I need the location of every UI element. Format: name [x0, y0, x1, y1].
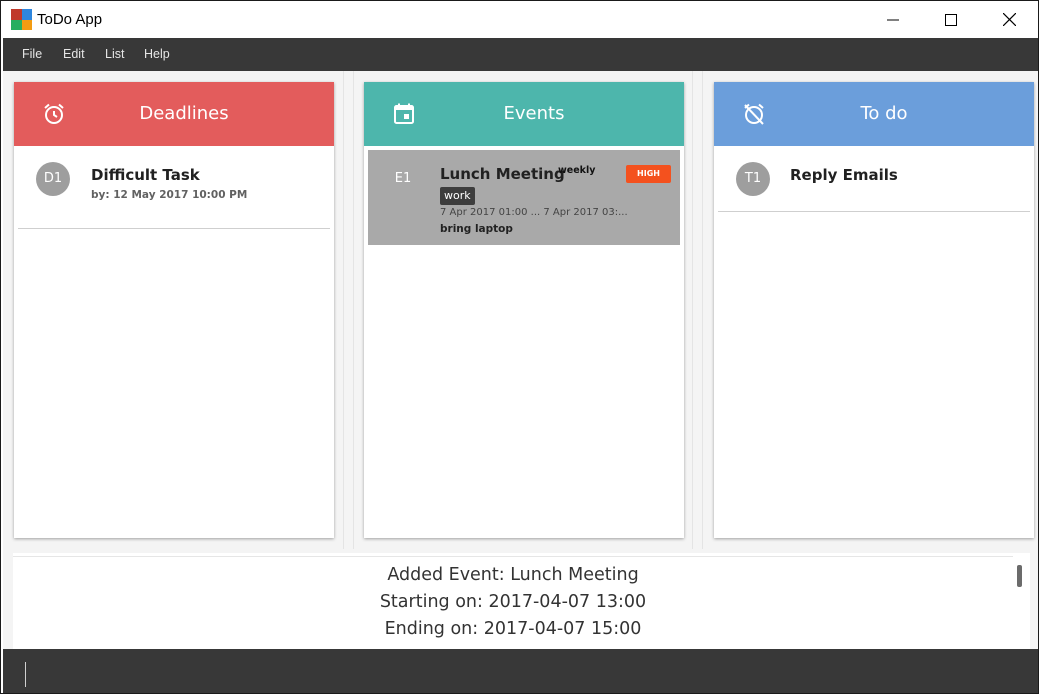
result-scrollbar[interactable] [1017, 565, 1022, 587]
column-divider [702, 71, 703, 549]
result-line: Added Event: Lunch Meeting [387, 565, 639, 585]
event-name: Lunch Meeting [440, 165, 565, 183]
list-separator [718, 211, 1030, 212]
event-times: 7 Apr 2017 01:00 ... 7 Apr 2017 03:... [440, 207, 628, 218]
event-index-avatar: E1 [394, 171, 412, 186]
command-box[interactable] [3, 649, 1038, 693]
deadlines-panel: Deadlines D1 Difficult Task by: 12 May 2… [14, 82, 334, 538]
alarm-clock-icon [44, 103, 64, 124]
deadline-name: Difficult Task [91, 166, 200, 184]
menu-list[interactable]: List [105, 47, 124, 61]
todo-panel: To do T1 Reply Emails [714, 82, 1034, 538]
event-frequency: weekly [558, 165, 596, 176]
minimize-button[interactable] [864, 1, 922, 38]
close-button[interactable] [980, 1, 1038, 38]
todo-name: Reply Emails [790, 166, 898, 184]
maximize-button[interactable] [922, 1, 980, 38]
menu-bar: File Edit List Help [3, 38, 1038, 71]
list-separator [18, 228, 330, 229]
menu-edit[interactable]: Edit [63, 47, 85, 61]
maximize-icon [945, 13, 957, 26]
calendar-icon [394, 103, 414, 124]
deadline-index-avatar: D1 [36, 162, 70, 196]
app-window: ToDo App File Edit List Help Deadlines D… [0, 0, 1039, 694]
deadline-due-date: by: 12 May 2017 10:00 PM [91, 189, 248, 201]
todo-index-avatar: T1 [736, 162, 770, 196]
menu-help[interactable]: Help [144, 47, 170, 61]
content-area: Deadlines D1 Difficult Task by: 12 May 2… [3, 71, 1038, 649]
menu-file[interactable]: File [22, 47, 42, 61]
column-divider [343, 71, 344, 549]
todo-header: To do [714, 82, 1034, 146]
result-line: Starting on: 2017-04-07 13:00 [379, 592, 647, 612]
priority-badge: HIGH [626, 165, 671, 183]
window-title: ToDo App [37, 11, 103, 28]
events-panel: Events E1 Lunch Meeting weekly HIGH work… [364, 82, 684, 538]
event-tag: work [440, 187, 475, 205]
result-display: Added Event: Lunch Meeting Starting on: … [13, 553, 1030, 649]
result-divider [13, 556, 1013, 557]
event-start-time: 7 Apr 2017 01:00 ... [440, 207, 541, 218]
column-divider [353, 71, 354, 549]
event-end-time: 7 Apr 2017 03:... [543, 207, 628, 218]
events-header: Events [364, 82, 684, 146]
alarm-off-icon [744, 103, 764, 125]
deadlines-header: Deadlines [14, 82, 334, 146]
title-bar: ToDo App [1, 1, 1038, 38]
close-icon [1002, 13, 1016, 26]
event-note: bring laptop [440, 223, 513, 235]
app-logo-icon [11, 9, 32, 30]
text-caret [25, 662, 26, 687]
column-divider [692, 71, 693, 549]
event-list-item[interactable]: E1 Lunch Meeting weekly HIGH work 7 Apr … [368, 150, 680, 245]
result-line: Ending on: 2017-04-07 15:00 [384, 619, 642, 639]
minimize-icon [887, 19, 899, 20]
